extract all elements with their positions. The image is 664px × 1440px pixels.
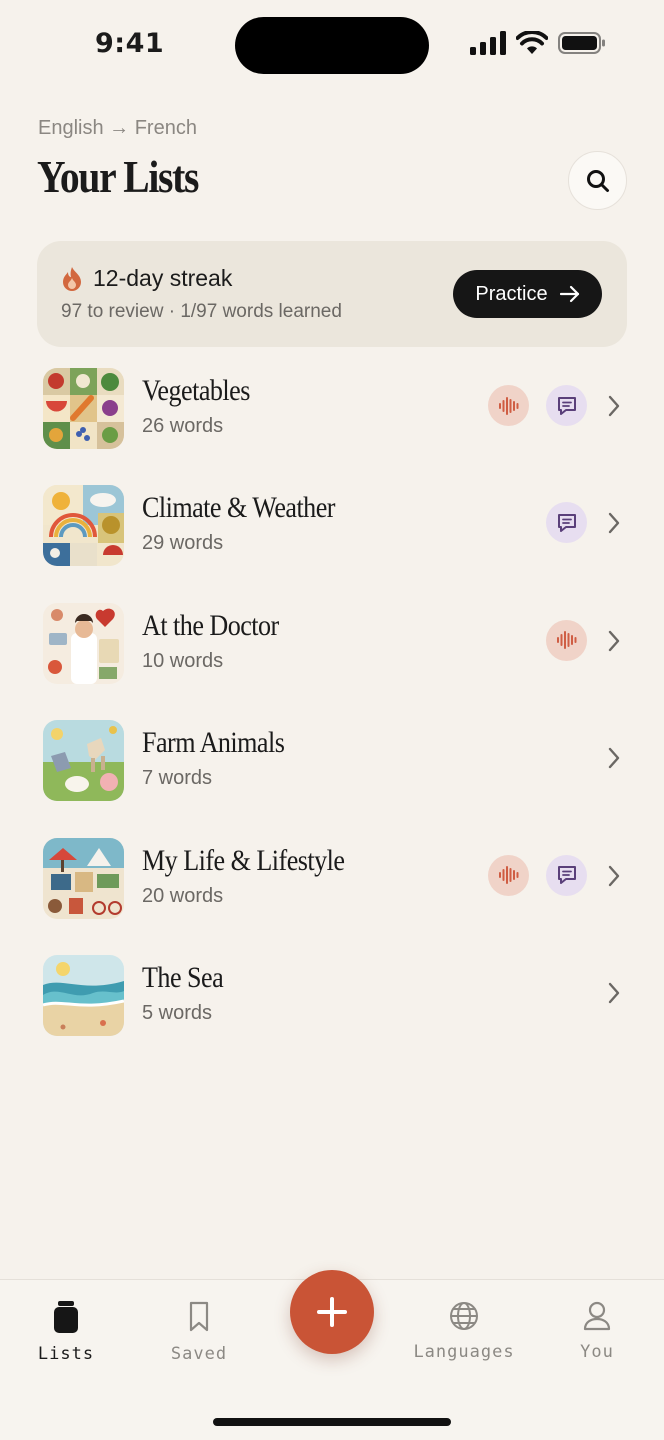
tab-label: Lists	[37, 1344, 95, 1364]
tab-languages[interactable]: Languages	[404, 1300, 524, 1362]
tab-label: Languages	[413, 1342, 515, 1362]
language-pair[interactable]: English → French	[38, 117, 197, 140]
streak-title: 12-day streak	[93, 265, 233, 291]
arrow-right-icon	[559, 285, 579, 303]
chat-icon	[557, 513, 576, 532]
tab-lists[interactable]: Lists	[6, 1300, 126, 1364]
chevron-right-icon[interactable]	[606, 629, 622, 653]
audio-wave-icon	[556, 631, 576, 650]
streak-card: 12-day streak 97 to review · 1/97 words …	[37, 241, 627, 347]
dynamic-island	[235, 17, 429, 74]
practice-button[interactable]: Practice	[453, 270, 602, 318]
status-time: 9:41	[95, 28, 165, 59]
list-item-climate-weather[interactable]: Climate & Weather 29 words	[0, 481, 664, 598]
chevron-right-icon[interactable]	[606, 394, 622, 418]
list-title: At the Doctor	[142, 608, 279, 642]
list-item-farm-animals[interactable]: Farm Animals 7 words	[0, 716, 664, 833]
list-title: Farm Animals	[142, 726, 285, 760]
list-title: Vegetables	[142, 374, 250, 407]
at-the-doctor-thumbnail	[43, 602, 124, 684]
list-word-count: 7 words	[142, 767, 213, 790]
vegetables-thumbnail	[43, 368, 124, 449]
audio-badge[interactable]	[546, 619, 587, 661]
list-title: Climate & Weather	[142, 491, 335, 525]
tab-you[interactable]: You	[537, 1300, 657, 1362]
list-word-count: 20 words	[142, 884, 224, 907]
list-item-vegetables[interactable]: Vegetables 26 words	[0, 364, 664, 481]
the-sea-thumbnail	[43, 954, 124, 1036]
chat-icon	[557, 396, 576, 415]
flame-icon	[63, 266, 81, 291]
search-button[interactable]	[568, 151, 627, 210]
list-item-the-sea[interactable]: The Sea 5 words	[0, 951, 664, 1068]
tab-label: Saved	[170, 1344, 228, 1364]
word-lists: Vegetables 26 words Climate & Weather 29…	[0, 364, 664, 1068]
chevron-right-icon[interactable]	[606, 864, 622, 888]
chevron-right-icon[interactable]	[606, 981, 622, 1005]
list-word-count: 29 words	[142, 532, 224, 555]
tab-saved[interactable]: Saved	[139, 1300, 259, 1364]
status-icons	[470, 31, 606, 55]
audio-wave-icon	[498, 396, 518, 415]
audio-badge[interactable]	[488, 385, 529, 426]
list-word-count: 10 words	[142, 649, 224, 672]
battery-icon	[558, 32, 605, 54]
streak-title-row: 12-day streak	[61, 265, 232, 292]
farm-animals-thumbnail	[43, 720, 124, 802]
list-item-my-life-lifestyle[interactable]: My Life & Lifestyle 20 words	[0, 834, 664, 951]
search-icon	[586, 169, 609, 192]
page-title: Your Lists	[37, 151, 199, 202]
tab-label: You	[580, 1342, 614, 1362]
list-word-count: 26 words	[142, 415, 224, 437]
plus-icon	[317, 1297, 347, 1327]
status-bar: 9:41	[0, 0, 664, 90]
list-title: The Sea	[142, 960, 224, 994]
chat-icon	[557, 866, 576, 885]
wifi-icon	[516, 31, 548, 54]
practice-label: Practice	[475, 282, 548, 305]
chevron-right-icon[interactable]	[606, 511, 622, 535]
chat-badge[interactable]	[546, 502, 587, 544]
chat-badge[interactable]	[546, 854, 587, 896]
person-icon	[583, 1301, 611, 1331]
chat-badge[interactable]	[546, 385, 587, 426]
audio-badge[interactable]	[488, 854, 529, 896]
list-title: My Life & Lifestyle	[142, 843, 345, 877]
audio-wave-icon	[498, 866, 518, 885]
bookmark-icon	[189, 1301, 209, 1332]
add-list-button[interactable]	[290, 1270, 374, 1354]
list-item-at-the-doctor[interactable]: At the Doctor 10 words	[0, 599, 664, 716]
list-word-count: 5 words	[142, 1001, 213, 1024]
jar-icon	[54, 1301, 78, 1333]
climate-weather-thumbnail	[43, 485, 124, 567]
streak-subtitle: 97 to review · 1/97 words learned	[61, 301, 342, 322]
signal-icon	[470, 31, 506, 55]
home-indicator	[213, 1418, 451, 1426]
chevron-right-icon[interactable]	[606, 746, 622, 770]
globe-icon	[450, 1302, 478, 1330]
my-life-lifestyle-thumbnail	[43, 837, 124, 919]
